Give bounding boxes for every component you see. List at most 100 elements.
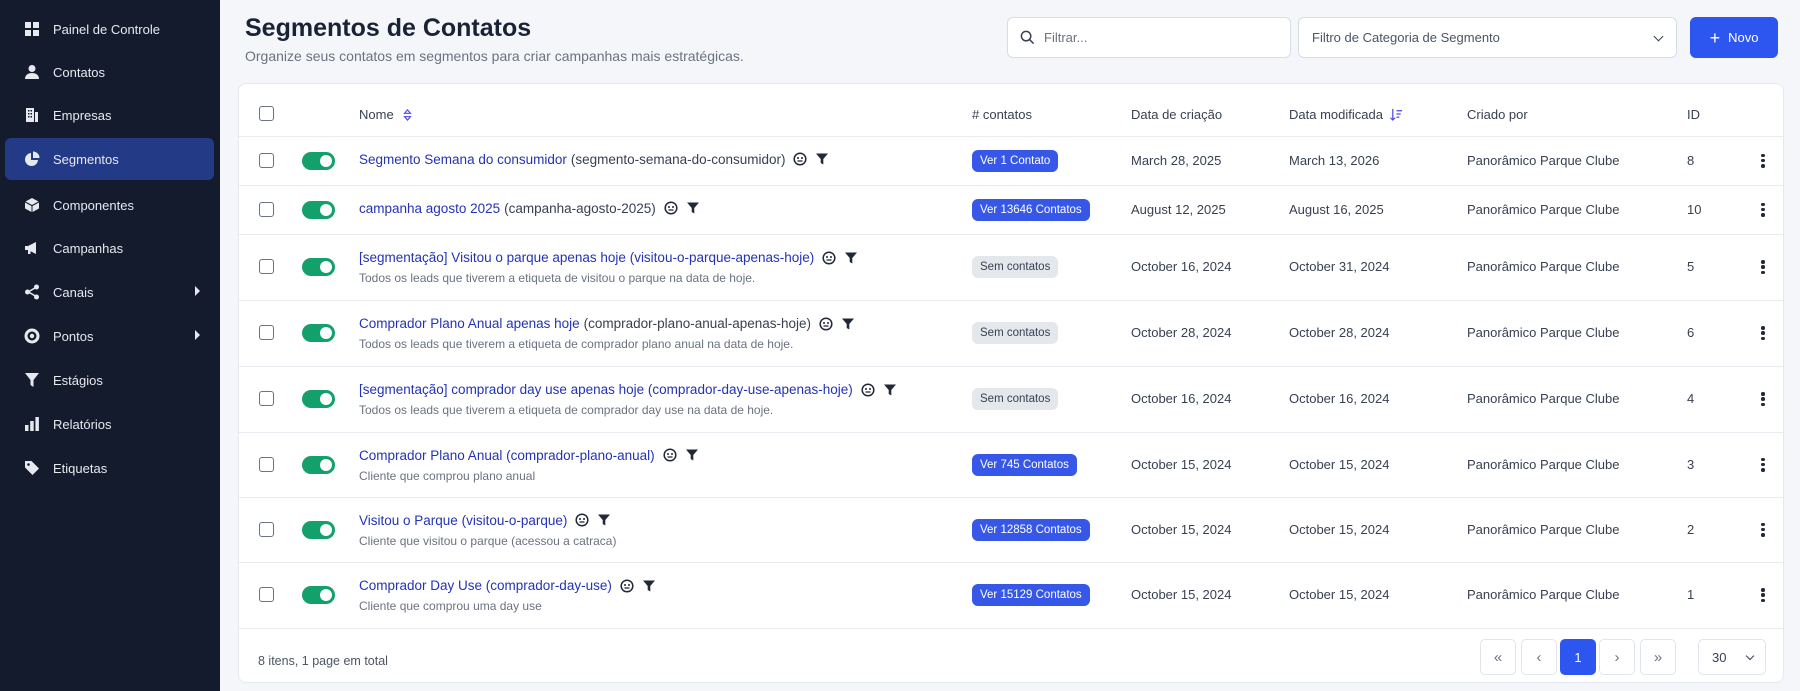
column-header-created[interactable]: Data de criação (1131, 107, 1222, 122)
sidebar-item-campanhas[interactable]: Campanhas (5, 227, 214, 269)
row-actions-kebab-icon[interactable] (1761, 326, 1765, 341)
filter-icon[interactable] (685, 448, 699, 462)
preview-icon[interactable] (822, 250, 836, 265)
sidebar-item-painel[interactable]: Painel de Controle (5, 8, 214, 50)
preview-icon[interactable] (861, 382, 875, 397)
cube-icon (23, 196, 41, 214)
page-button-current[interactable]: 1 (1560, 639, 1596, 675)
row-divider (239, 300, 1783, 301)
contacts-count-badge[interactable]: Ver 12858 Contatos (972, 518, 1090, 541)
segment-enabled-toggle[interactable] (302, 586, 335, 604)
segment-name-link[interactable]: campanha agosto 2025 (359, 201, 500, 216)
contacts-count-badge[interactable]: Sem contatos (972, 322, 1059, 344)
search-input[interactable] (1044, 30, 1274, 45)
segment-name-link[interactable]: [segmentação] comprador day use apenas h… (359, 382, 853, 397)
sidebar-item-relatorios[interactable]: Relatórios (5, 403, 214, 445)
segment-description: Todos os leads que tiverem a etiqueta de… (359, 403, 774, 417)
row-checkbox[interactable] (259, 521, 274, 537)
contacts-count-badge[interactable]: Sem contatos (972, 388, 1059, 410)
filter-icon[interactable] (597, 513, 611, 527)
segment-name-link[interactable]: [segmentação] Visitou o parque apenas ho… (359, 250, 814, 265)
column-header-created-by[interactable]: Criado por (1467, 107, 1528, 122)
new-segment-button[interactable]: + Novo (1690, 17, 1778, 58)
search-box[interactable] (1007, 17, 1291, 58)
preview-icon[interactable] (620, 578, 634, 593)
select-all-checkbox[interactable] (259, 106, 274, 121)
chevron-down-icon (1745, 651, 1755, 661)
sidebar-item-segmentos[interactable]: Segmentos (5, 138, 214, 180)
segment-name-link[interactable]: Comprador Plano Anual apenas hoje (359, 316, 580, 331)
segment-enabled-toggle[interactable] (302, 151, 335, 170)
filter-icon[interactable] (815, 152, 829, 166)
first-page-button[interactable]: « (1480, 639, 1516, 675)
chevron-right-icon (195, 330, 200, 340)
sidebar-item-componentes[interactable]: Componentes (5, 184, 214, 226)
sidebar-item-etiquetas[interactable]: Etiquetas (5, 447, 214, 489)
contacts-count-badge[interactable]: Ver 13646 Contatos (972, 198, 1090, 221)
sidebar-item-label: Contatos (53, 64, 106, 80)
column-header-contacts[interactable]: # contatos (972, 107, 1032, 122)
prev-page-button[interactable]: ‹ (1521, 639, 1557, 675)
row-checkbox[interactable] (259, 325, 274, 340)
created-by: Panorâmico Parque Clube (1467, 521, 1620, 537)
row-checkbox[interactable] (259, 259, 274, 274)
segment-name-link[interactable]: Comprador Day Use (comprador-day-use) (359, 578, 612, 593)
next-page-button[interactable]: › (1599, 639, 1635, 675)
bar-chart-icon (23, 415, 41, 433)
preview-icon[interactable] (664, 201, 678, 215)
row-checkbox[interactable] (259, 152, 274, 168)
contacts-count-badge[interactable]: Ver 1 Contato (972, 149, 1059, 172)
column-header-name[interactable]: Nome (359, 107, 412, 122)
row-actions-kebab-icon[interactable] (1761, 153, 1765, 168)
sidebar-item-empresas[interactable]: Empresas (5, 94, 214, 136)
segment-enabled-toggle[interactable] (302, 200, 335, 219)
segment-enabled-toggle[interactable] (302, 258, 335, 276)
contacts-count-badge[interactable]: Ver 745 Contatos (972, 453, 1077, 476)
sidebar-item-contatos[interactable]: Contatos (5, 51, 214, 93)
row-checkbox[interactable] (259, 391, 274, 406)
segment-name-link[interactable]: Segmento Semana do consumidor (359, 152, 567, 167)
row-actions-kebab-icon[interactable] (1761, 392, 1765, 407)
sidebar-item-canais[interactable]: Canais (5, 271, 214, 313)
row-actions-kebab-icon[interactable] (1761, 522, 1765, 537)
segment-enabled-toggle[interactable] (302, 324, 335, 342)
segment-description: Cliente que comprou plano anual (359, 468, 536, 483)
column-header-id[interactable]: ID (1687, 107, 1700, 122)
preview-icon[interactable] (663, 448, 677, 462)
sidebar-item-pontos[interactable]: Pontos (5, 315, 214, 357)
row-actions-kebab-icon[interactable] (1761, 202, 1765, 217)
row-divider (239, 185, 1783, 186)
category-filter-select[interactable]: Filtro de Categoria de Segmento (1298, 17, 1677, 58)
filter-icon[interactable] (686, 201, 700, 215)
filter-icon[interactable] (841, 317, 855, 331)
modified-date: October 15, 2024 (1289, 521, 1390, 537)
preview-icon[interactable] (575, 513, 589, 527)
column-header-modified[interactable]: Data modificada (1289, 107, 1403, 122)
filter-icon[interactable] (642, 579, 656, 593)
row-checkbox[interactable] (259, 456, 274, 472)
sidebar-item-label: Campanhas (53, 240, 124, 256)
segment-name-link[interactable]: Comprador Plano Anual (comprador-plano-a… (359, 448, 655, 463)
segment-enabled-toggle[interactable] (302, 520, 335, 539)
segment-name-link[interactable]: Visitou o Parque (visitou-o-parque) (359, 513, 567, 528)
segment-id: 2 (1687, 521, 1695, 537)
row-checkbox[interactable] (259, 201, 274, 217)
per-page-select[interactable]: 30 (1698, 639, 1766, 675)
contacts-count-badge[interactable]: Sem contatos (972, 256, 1059, 278)
row-actions-kebab-icon[interactable] (1761, 457, 1765, 472)
created-by: Panorâmico Parque Clube (1467, 587, 1620, 602)
sidebar-item-estagios[interactable]: Estágios (5, 359, 214, 401)
contacts-count-badge[interactable]: Ver 15129 Contatos (972, 584, 1090, 606)
filter-icon[interactable] (844, 251, 858, 265)
created-date: October 15, 2024 (1131, 587, 1232, 602)
row-actions-kebab-icon[interactable] (1761, 588, 1765, 603)
last-page-button[interactable]: » (1640, 639, 1676, 675)
row-checkbox[interactable] (259, 587, 274, 602)
segment-enabled-toggle[interactable] (302, 455, 335, 474)
segment-enabled-toggle[interactable] (302, 390, 335, 408)
filter-icon[interactable] (883, 383, 897, 397)
row-actions-kebab-icon[interactable] (1761, 260, 1765, 275)
segment-alias: (segmento-semana-do-consumidor) (570, 151, 786, 167)
preview-icon[interactable] (819, 316, 833, 331)
preview-icon[interactable] (793, 152, 808, 166)
